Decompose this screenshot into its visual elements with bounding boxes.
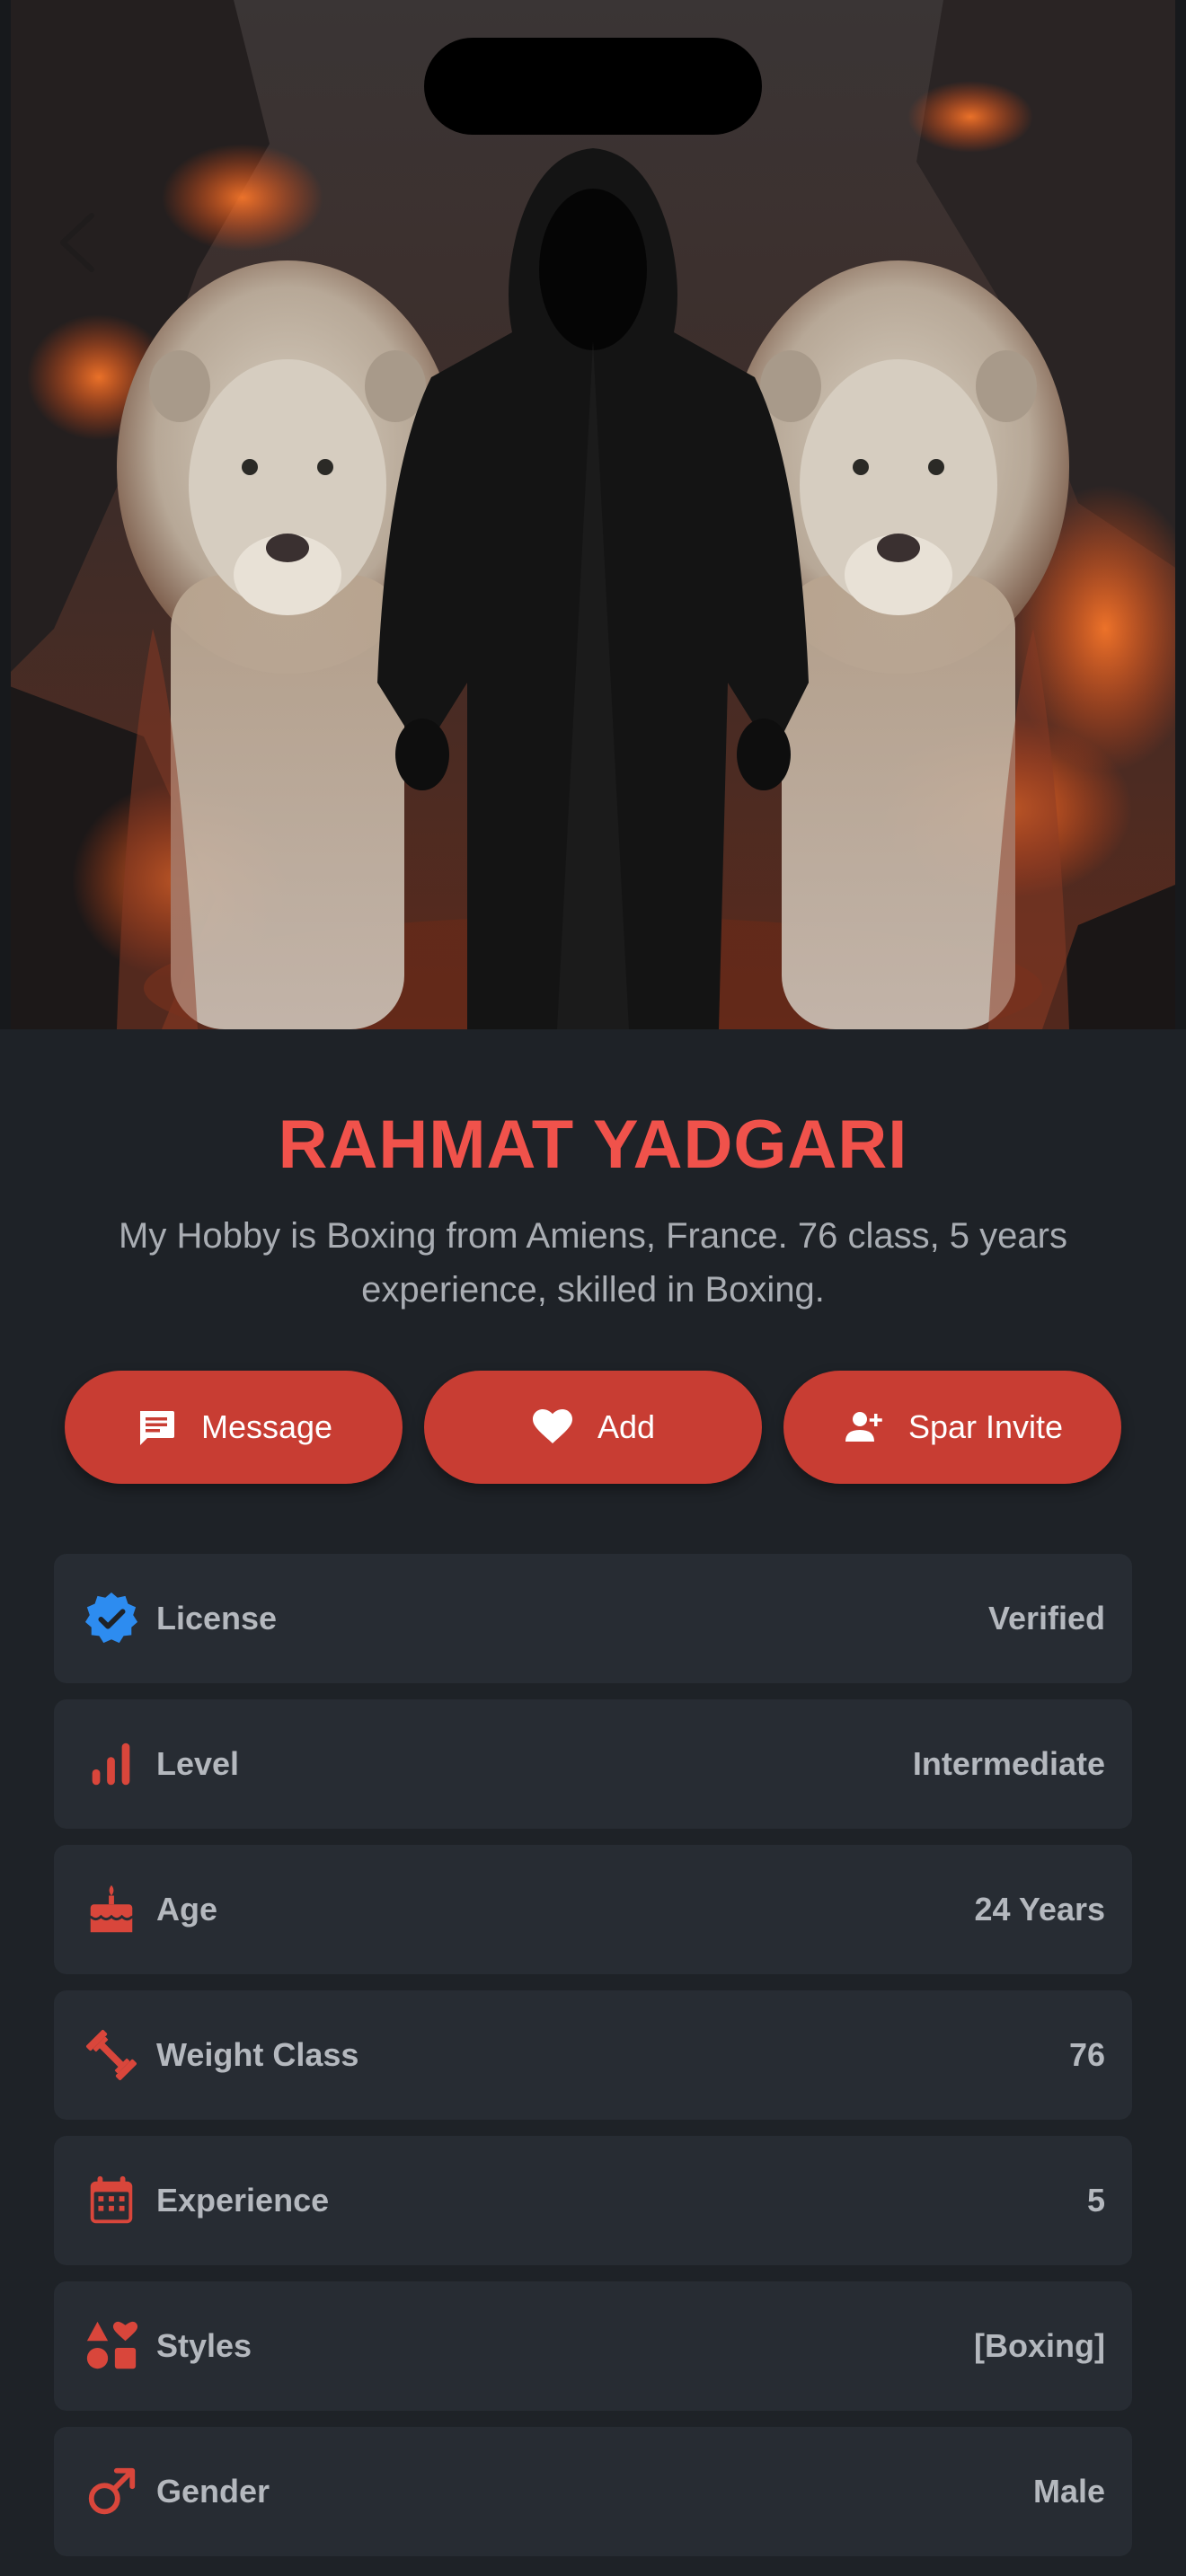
detail-label: Gender <box>156 2473 270 2510</box>
profile-content: RAHMAT YADGARI My Hobby is Boxing from A… <box>0 1029 1186 2576</box>
dumbbell-icon <box>83 2026 140 2084</box>
detail-label: Experience <box>156 2182 330 2219</box>
shapes-icon <box>83 2317 140 2375</box>
dynamic-island <box>424 38 762 135</box>
verified-badge-icon <box>83 1590 140 1647</box>
add-button-label: Add <box>597 1408 656 1445</box>
detail-row-styles: Styles [Boxing] <box>54 2281 1132 2411</box>
cover-artwork <box>0 0 1186 1029</box>
bar-chart-icon <box>83 1735 140 1793</box>
person-add-icon <box>845 1412 882 1442</box>
profile-cover-image <box>0 0 1186 1029</box>
spar-invite-button[interactable]: Spar Invite <box>783 1371 1121 1484</box>
detail-label: Styles <box>156 2327 252 2364</box>
message-button[interactable]: Message <box>65 1371 403 1484</box>
message-button-label: Message <box>200 1408 333 1445</box>
detail-label: Weight Class <box>156 2036 359 2073</box>
detail-value: 76 <box>1068 2036 1105 2073</box>
male-icon <box>83 2463 140 2520</box>
cover-edge-left <box>0 0 11 1029</box>
detail-row-level: Level Intermediate <box>54 1699 1132 1829</box>
profile-bio: My Hobby is Boxing from Amiens, France. … <box>119 1216 1067 1310</box>
detail-value: Male <box>1032 2473 1105 2510</box>
add-button[interactable]: Add <box>424 1371 762 1484</box>
detail-label: License <box>156 1600 278 1636</box>
profile-actions: Message Add Spar Invite <box>65 1371 1121 1484</box>
detail-value: Intermediate <box>912 1745 1105 1782</box>
spar-invite-button-label: Spar Invite <box>907 1408 1064 1445</box>
detail-value: Verified <box>987 1600 1105 1636</box>
detail-value: 5 <box>1086 2182 1105 2219</box>
detail-row-age: Age 24 Years <box>54 1845 1132 1974</box>
detail-value: 24 Years <box>974 1891 1106 1928</box>
calendar-icon <box>83 2172 140 2229</box>
cover-edge-right <box>1175 0 1186 1029</box>
back-button[interactable] <box>50 208 104 277</box>
detail-row-weight-class: Weight Class 76 <box>54 1990 1132 2120</box>
profile-name: RAHMAT YADGARI <box>278 1107 908 1183</box>
detail-row-experience: Experience 5 <box>54 2136 1132 2265</box>
detail-value: [Boxing] <box>974 2327 1105 2364</box>
detail-row-gender: Gender Male <box>54 2427 1132 2556</box>
chevron-left-icon <box>60 213 94 272</box>
detail-label: Level <box>156 1745 240 1782</box>
message-icon <box>139 1411 174 1445</box>
birthday-cake-icon <box>83 1881 140 1938</box>
detail-label: Age <box>156 1891 218 1928</box>
heart-icon <box>532 1409 572 1443</box>
detail-row-license: License Verified <box>54 1554 1132 1683</box>
